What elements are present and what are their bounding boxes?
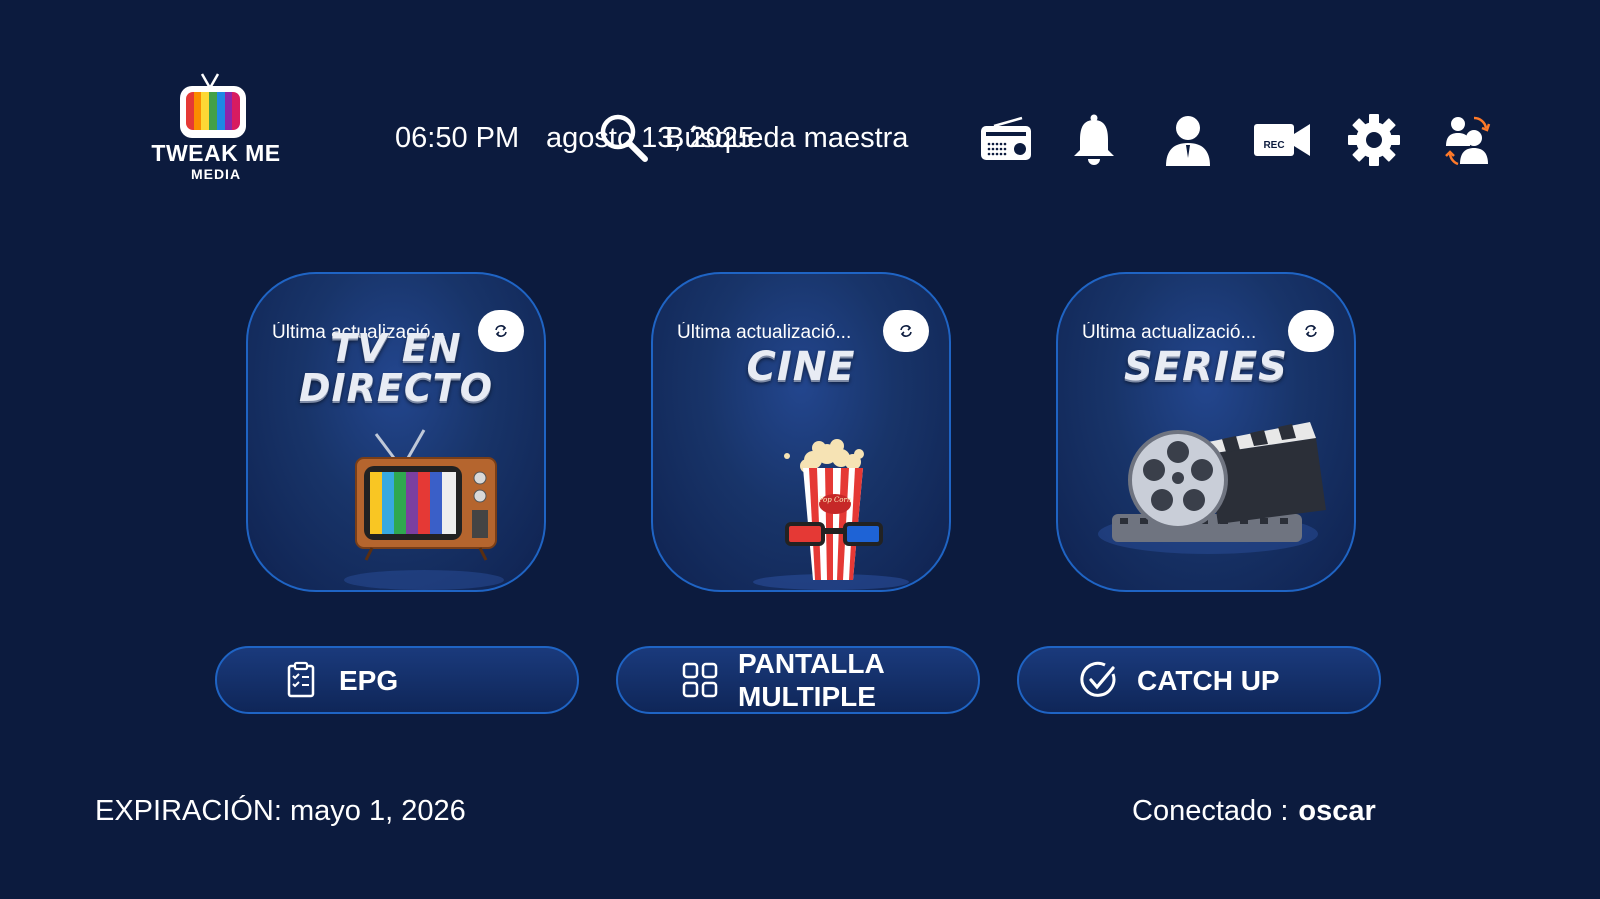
refresh-icon [1305, 325, 1317, 337]
rec-label: REC [1263, 140, 1284, 151]
logo-stripe [186, 92, 194, 130]
logo-stripe [232, 92, 240, 130]
logo-tv-icon [180, 86, 246, 138]
bell-icon[interactable] [1066, 112, 1122, 168]
master-search-button[interactable]: Búsqueda maestra [665, 122, 908, 155]
card-title-line1: TV EN [330, 326, 462, 370]
check-circle-icon [1080, 661, 1116, 697]
rec-camera-icon[interactable]: REC [1252, 112, 1312, 168]
epg-button[interactable]: EPG [215, 646, 579, 714]
button-label-line1: PANTALLA [738, 648, 885, 679]
clipboard-check-icon [287, 661, 315, 698]
button-label: CATCH UP [1137, 664, 1280, 696]
logo-stripe [216, 92, 225, 130]
movies-card[interactable]: Última actualizació... CINE Pop Corn [651, 272, 951, 592]
card-title: SERIES [1124, 344, 1288, 390]
film-reel-clapper-icon [1098, 422, 1326, 554]
connected-status: Conectado : oscar [1132, 795, 1376, 828]
username: oscar [1298, 795, 1376, 827]
grid-icon [682, 662, 718, 698]
last-update-label: Última actualizació... [1082, 322, 1257, 343]
catch-up-button[interactable]: CATCH UP [1017, 646, 1381, 714]
search-icon[interactable] [598, 112, 650, 164]
refresh-icon [900, 325, 912, 337]
retro-tv-icon [344, 429, 504, 590]
brand-logo: TWEAK ME MEDIA [148, 70, 284, 186]
switch-user-icon[interactable] [1440, 112, 1496, 168]
card-title-line2: DIRECTO [298, 366, 493, 410]
card-title: CINE [746, 344, 856, 390]
user-icon[interactable] [1160, 112, 1216, 168]
logo-stripe [193, 92, 202, 130]
button-label: EPG [339, 664, 399, 696]
logo-stripe [201, 92, 210, 130]
expiration-date: EXPIRACIÓN: mayo 1, 2026 [95, 795, 466, 827]
last-update-label: Última actualizació... [677, 322, 852, 343]
logo-stripe [224, 92, 233, 130]
logo-stripe [209, 92, 217, 130]
clock-time: 06:50 PM [395, 122, 520, 154]
brand-subtitle: MEDIA [190, 166, 242, 182]
button-label: PANTALLA MULTIPLE [738, 647, 885, 713]
multiscreen-button[interactable]: PANTALLA MULTIPLE [616, 646, 980, 714]
brand-name: TWEAK ME [151, 140, 281, 166]
live-tv-card[interactable]: Última actualizació... TV EN DIRECTO [246, 272, 546, 592]
connected-label: Conectado : [1132, 795, 1289, 827]
popcorn-label: Pop Corn [818, 496, 852, 504]
series-card[interactable]: Última actualizació... SERIES [1056, 272, 1356, 592]
gear-icon[interactable] [1346, 112, 1402, 168]
button-label-line2: MULTIPLE [738, 681, 876, 712]
radio-icon[interactable] [978, 112, 1034, 168]
popcorn-icon: Pop Corn [753, 439, 909, 590]
